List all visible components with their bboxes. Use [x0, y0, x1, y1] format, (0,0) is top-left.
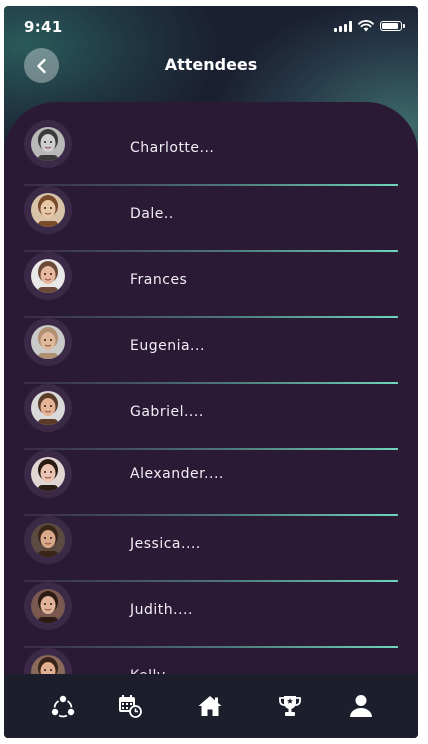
- avatar-photo: [31, 325, 65, 359]
- attendees-panel: Charlotte... Dale.. Frances Eugenia... Gabri…: [4, 102, 418, 682]
- attendee-row[interactable]: Eugenia...: [4, 300, 418, 384]
- wifi-icon: [358, 20, 374, 32]
- avatar-photo: [31, 127, 65, 161]
- avatar: [24, 582, 72, 630]
- attendee-row[interactable]: Judith....: [4, 564, 418, 648]
- attendee-name: Charlotte...: [130, 140, 215, 156]
- attendee-row[interactable]: Alexander....: [4, 432, 418, 516]
- avatar-photo: [31, 259, 65, 293]
- attendee-name: Alexander....: [130, 466, 224, 482]
- battery-icon: [380, 21, 405, 31]
- app-screen: 9:41 Attendees Charlotte... Dale.. Frances…: [4, 6, 418, 738]
- nav-community[interactable]: [41, 674, 85, 738]
- avatar: [24, 186, 72, 234]
- attendee-row[interactable]: Dale..: [4, 168, 418, 252]
- nav-leaderboard[interactable]: [268, 674, 312, 738]
- attendee-row[interactable]: Frances: [4, 234, 418, 318]
- avatar: [24, 252, 72, 300]
- header: Attendees: [4, 46, 418, 86]
- avatar-photo: [31, 523, 65, 557]
- attendee-name: Gabriel....: [130, 404, 204, 420]
- avatar-photo: [31, 193, 65, 227]
- status-time: 9:41: [24, 18, 63, 36]
- avatar-photo: [31, 391, 65, 425]
- community-icon: [51, 695, 75, 718]
- avatar-photo: [31, 589, 65, 623]
- trophy-icon: [279, 696, 301, 716]
- home-icon: [198, 696, 222, 716]
- status-bar: 9:41: [4, 6, 418, 42]
- attendee-row[interactable]: Charlotte...: [4, 102, 418, 186]
- attendee-name: Eugenia...: [130, 338, 205, 354]
- attendee-name: Jessica....: [130, 536, 201, 552]
- profile-icon: [350, 695, 372, 717]
- avatar-photo: [31, 457, 65, 491]
- avatar: [24, 516, 72, 564]
- attendee-row[interactable]: Jessica....: [4, 498, 418, 582]
- avatar: [24, 318, 72, 366]
- status-icons: [334, 20, 405, 32]
- nav-events[interactable]: [108, 674, 152, 738]
- avatar: [24, 450, 72, 498]
- attendee-name: Dale..: [130, 206, 174, 222]
- nav-profile[interactable]: [339, 674, 383, 738]
- attendee-name: Frances: [130, 272, 188, 288]
- attendee-name: Judith....: [130, 602, 193, 618]
- avatar: [24, 120, 72, 168]
- calendar-clock-icon: [119, 695, 142, 718]
- attendee-row[interactable]: Gabriel....: [4, 366, 418, 450]
- bottom-nav: [4, 674, 418, 738]
- cellular-signal-icon: [334, 20, 352, 32]
- nav-home[interactable]: [188, 674, 232, 738]
- avatar: [24, 384, 72, 432]
- page-title: Attendees: [164, 55, 258, 74]
